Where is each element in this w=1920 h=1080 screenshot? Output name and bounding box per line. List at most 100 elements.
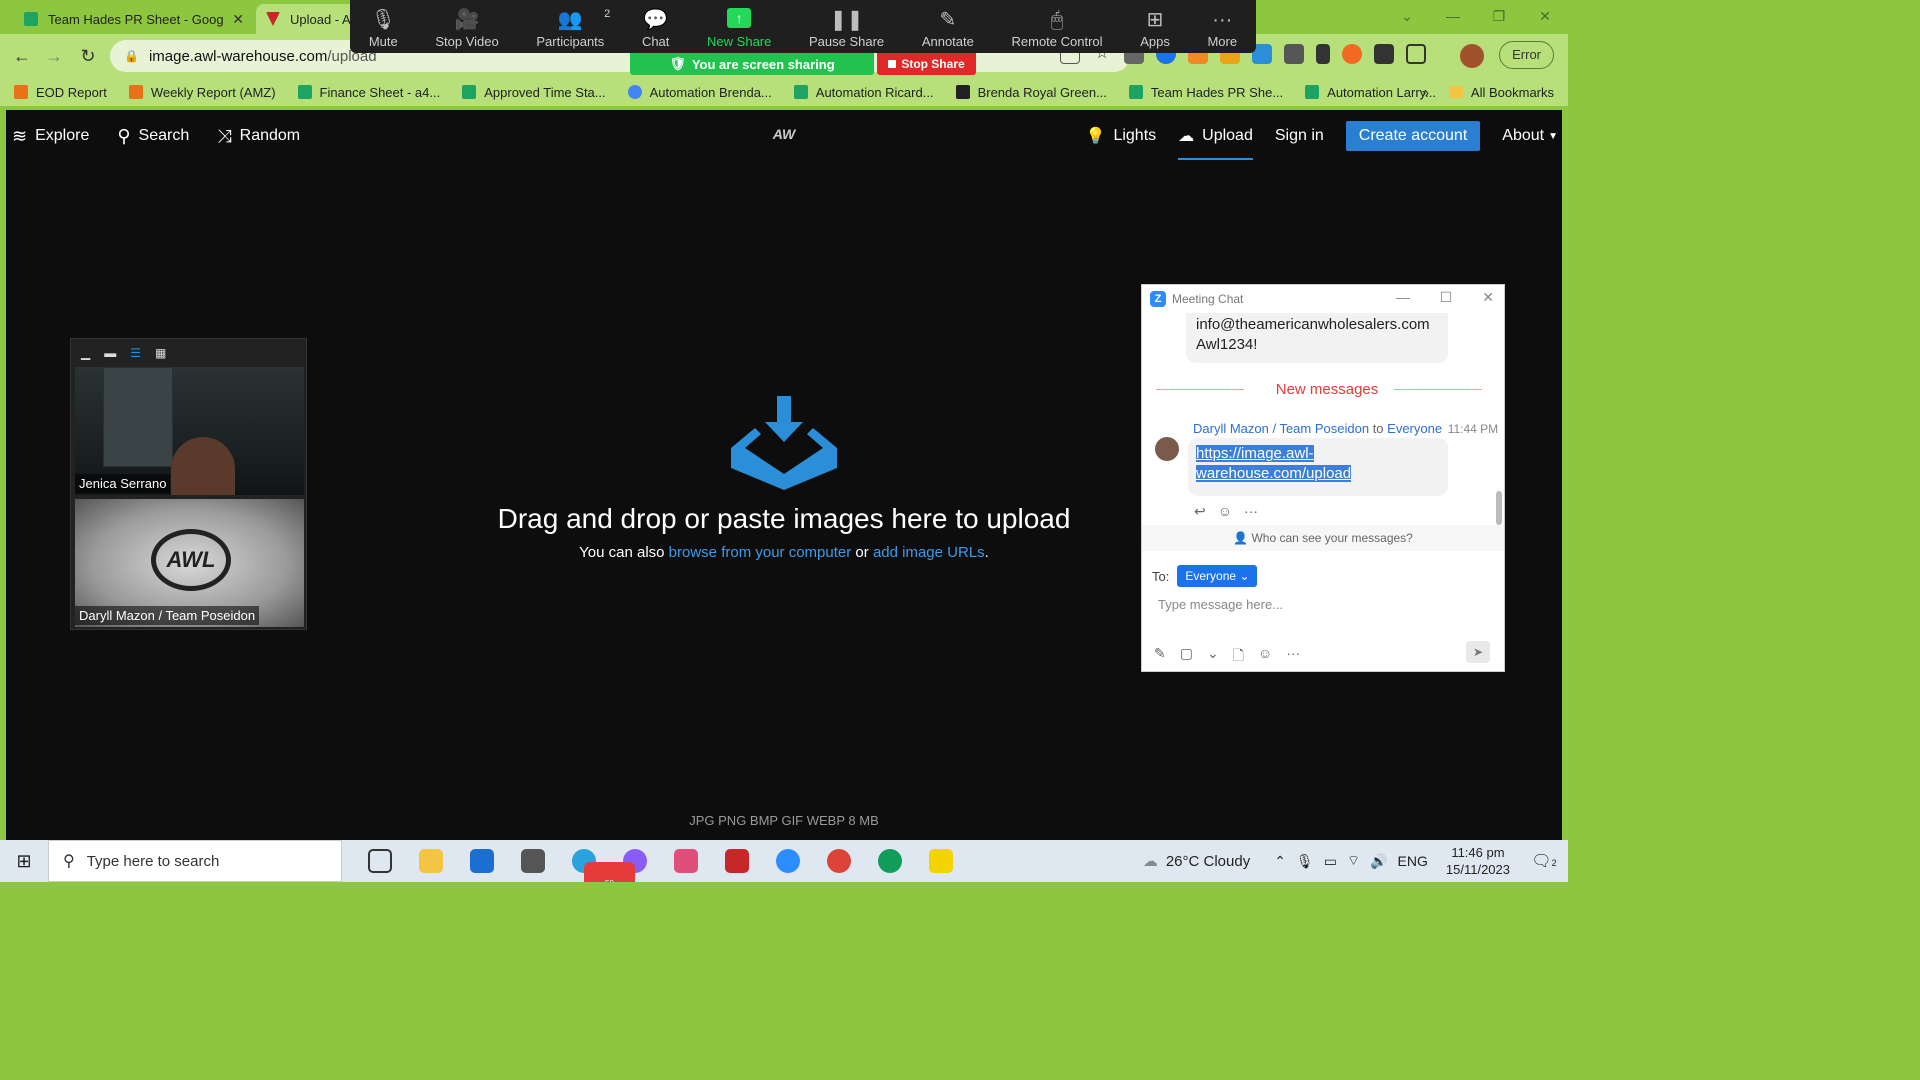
display-icon[interactable]: ▭ xyxy=(1324,853,1337,870)
extension-icon[interactable] xyxy=(1316,44,1330,64)
remote-control-button[interactable]: 🖱 Remote Control xyxy=(1012,6,1103,49)
mute-button[interactable]: 🎙 Mute xyxy=(369,6,398,49)
more-icon[interactable]: ··· xyxy=(1244,503,1258,520)
nav-search[interactable]: ⚲ Search xyxy=(117,126,189,147)
bookmark-automation-larry[interactable]: Automation Larry... xyxy=(1305,85,1436,100)
reply-icon[interactable]: ↩ xyxy=(1194,503,1206,520)
gallery-view-icon[interactable]: ▦ xyxy=(155,346,166,360)
new-share-button[interactable]: ↑ New Share xyxy=(707,8,771,49)
annotate-button[interactable]: ✎ Annotate xyxy=(922,6,974,49)
upload-link[interactable]: warehouse.com/upload xyxy=(1196,465,1352,482)
nav-upload[interactable]: ☁ Upload xyxy=(1178,126,1253,160)
zoom-icon[interactable] xyxy=(762,840,813,882)
chrome-icon[interactable] xyxy=(813,840,864,882)
add-urls-link[interactable]: add image URLs xyxy=(873,544,985,561)
cloud-icon: ☁ xyxy=(1142,853,1158,870)
calculator-icon[interactable] xyxy=(507,840,558,882)
chat-message-input[interactable]: Type message here... xyxy=(1158,597,1283,612)
close-window-icon[interactable]: ✕ xyxy=(1522,0,1568,34)
apps-button[interactable]: ⊞ Apps xyxy=(1140,6,1170,49)
telegram-icon[interactable]: 58 xyxy=(558,840,635,882)
chat-scrollbar[interactable] xyxy=(1496,491,1502,525)
nav-random[interactable]: ⤨ Random xyxy=(217,126,300,147)
upload-tray-icon[interactable] xyxy=(731,390,837,490)
bookmark-team-hades[interactable]: Team Hades PR She... xyxy=(1128,85,1283,100)
volume-icon[interactable]: 🔊 xyxy=(1370,853,1387,870)
close-tab-icon[interactable]: ✕ xyxy=(232,11,244,28)
pause-share-button[interactable]: ❚❚ Pause Share xyxy=(809,6,884,49)
video-tile[interactable]: AWL Daryll Mazon / Team Poseidon xyxy=(75,499,304,627)
lock-icon[interactable]: 🔒 xyxy=(124,49,139,63)
extension-icon[interactable] xyxy=(1342,44,1362,64)
video-tile[interactable]: Jenica Serrano xyxy=(75,367,304,495)
nav-about[interactable]: About ▼ xyxy=(1502,127,1558,145)
chat-button[interactable]: 💬 Chat xyxy=(642,6,669,49)
maximize-icon[interactable]: ☐ xyxy=(1440,289,1453,306)
mail-icon[interactable] xyxy=(456,840,507,882)
back-icon[interactable]: ← xyxy=(10,44,34,68)
notifications-icon[interactable]: 🗨2 xyxy=(1528,851,1560,871)
mic-icon[interactable]: 🎙 xyxy=(1296,853,1314,870)
snipping-icon[interactable] xyxy=(660,840,711,882)
create-account-button[interactable]: Create account xyxy=(1345,121,1481,151)
sender-name[interactable]: Daryll Mazon / Team Poseidon xyxy=(1193,421,1369,436)
weather-widget[interactable]: ☁ 26°C Cloudy xyxy=(1142,852,1250,871)
single-view-icon[interactable]: ▬ xyxy=(104,346,116,360)
nav-explore[interactable]: ≋ Explore xyxy=(12,126,89,147)
send-button[interactable]: ➤ xyxy=(1466,641,1490,663)
language-indicator[interactable]: ENG xyxy=(1398,853,1428,869)
more-bookmarks-icon[interactable]: » xyxy=(1422,85,1429,100)
forward-icon[interactable]: → xyxy=(42,44,66,68)
stop-video-button[interactable]: 🎥 Stop Video xyxy=(435,6,498,49)
chevron-down-icon[interactable]: ⌄ xyxy=(1207,645,1219,669)
recipient-dropdown[interactable]: Everyone ⌄ xyxy=(1177,565,1258,587)
bookmark-finance-sheet[interactable]: Finance Sheet - a4... xyxy=(297,85,440,100)
bookmark-approved-time[interactable]: Approved Time Sta... xyxy=(462,85,606,100)
profile-error-button[interactable]: Error xyxy=(1499,41,1554,69)
nav-lights[interactable]: 💡 Lights xyxy=(1086,126,1157,146)
activity-icon[interactable] xyxy=(711,840,762,882)
more-icon[interactable]: ··· xyxy=(1286,645,1300,669)
wifi-icon[interactable]: ⌔ xyxy=(1347,852,1360,870)
close-icon[interactable]: ✕ xyxy=(1482,289,1494,306)
more-button[interactable]: ··· More xyxy=(1207,6,1237,49)
bookmark-automation-brenda[interactable]: Automation Brenda... xyxy=(627,85,772,100)
stop-share-button[interactable]: Stop Share xyxy=(877,53,976,75)
file-explorer-icon[interactable] xyxy=(405,840,456,882)
taskbar-search[interactable]: ⚲ Type here to search xyxy=(48,840,342,882)
bookmark-eod-report[interactable]: EOD Report xyxy=(14,85,107,100)
format-icon[interactable]: ✎ xyxy=(1154,645,1166,669)
minimize-video-icon[interactable]: ▁ xyxy=(81,346,90,360)
speaker-view-icon[interactable]: ☰ xyxy=(130,346,141,360)
bookmark-automation-ricard[interactable]: Automation Ricard... xyxy=(793,85,934,100)
site-logo[interactable]: AW xyxy=(764,126,804,148)
minimize-icon[interactable]: — xyxy=(1396,289,1410,306)
emoji-icon[interactable]: ☺ xyxy=(1258,645,1272,669)
extension-icon[interactable] xyxy=(1284,44,1304,64)
chrome-profile-icon[interactable] xyxy=(864,840,915,882)
upload-link[interactable]: https://image.awl- xyxy=(1196,445,1314,462)
sticky-notes-icon[interactable] xyxy=(915,840,966,882)
task-view-icon[interactable] xyxy=(354,840,405,882)
profile-avatar[interactable] xyxy=(1460,44,1484,68)
all-bookmarks[interactable]: All Bookmarks xyxy=(1471,85,1554,100)
chevron-up-icon[interactable]: ⌃ xyxy=(1274,853,1286,870)
file-icon[interactable]: 🗋 xyxy=(1233,645,1244,669)
browse-link[interactable]: browse from your computer xyxy=(669,544,852,561)
minimize-icon[interactable]: — xyxy=(1430,0,1476,34)
puzzle-icon[interactable] xyxy=(1374,44,1394,64)
side-panel-icon[interactable] xyxy=(1406,44,1426,64)
clock[interactable]: 11:46 pm 15/11/2023 xyxy=(1446,844,1510,878)
tab-team-hades[interactable]: Team Hades PR Sheet - Google S ✕ xyxy=(14,4,254,34)
reload-icon[interactable]: ↻ xyxy=(76,44,100,68)
participants-button[interactable]: 👥 2 Participants xyxy=(536,6,610,49)
bookmark-brenda-royal[interactable]: Brenda Royal Green... xyxy=(955,85,1107,100)
bookmark-weekly-report[interactable]: Weekly Report (AMZ) xyxy=(128,85,276,100)
screenshot-icon[interactable]: ▢ xyxy=(1180,645,1193,669)
windows-start-icon[interactable]: ⊞ xyxy=(0,851,48,872)
nav-signin[interactable]: Sign in xyxy=(1275,127,1324,145)
who-can-see-link[interactable]: 👤 Who can see your messages? xyxy=(1142,525,1504,551)
restore-icon[interactable]: ❐ xyxy=(1476,0,1522,34)
emoji-reaction-icon[interactable]: ☺ xyxy=(1218,503,1232,520)
tab-search-icon[interactable]: ⌄ xyxy=(1384,0,1430,34)
